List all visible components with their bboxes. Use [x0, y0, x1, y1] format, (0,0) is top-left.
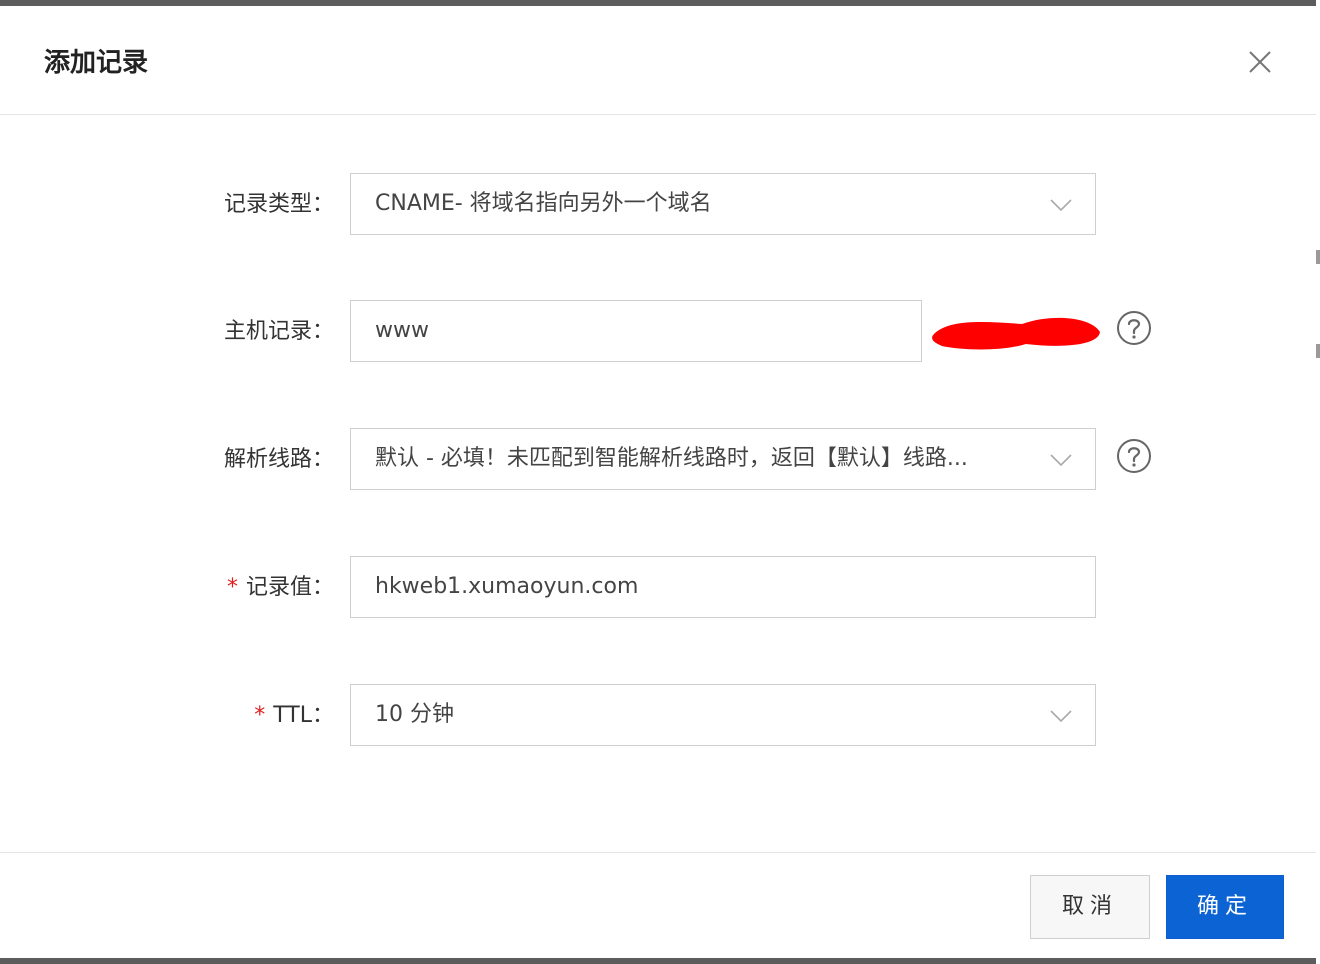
- ttl-label-text: TTL：: [273, 703, 334, 728]
- resolution-line-label: 解析线路：: [223, 447, 334, 472]
- ttl-value: 10 分钟: [375, 702, 454, 727]
- record-type-label: 记录类型：: [223, 192, 334, 217]
- record-value-row: * 记录值： hkweb1.xumaoyun.com: [0, 556, 1316, 620]
- close-icon[interactable]: [1244, 46, 1276, 78]
- question-circle-icon[interactable]: [1116, 438, 1152, 474]
- redacted-domain-scribble: [932, 317, 1100, 350]
- add-record-dialog: 添加记录 记录类型： CNAME- 将域名指向另外一个域名 主机记录： www: [0, 6, 1316, 958]
- host-record-label: 主机记录：: [223, 319, 334, 344]
- host-record-input[interactable]: www: [350, 300, 922, 362]
- background-page-edge: [1316, 0, 1320, 964]
- ttl-label: * TTL：: [254, 684, 334, 748]
- record-value-input[interactable]: hkweb1.xumaoyun.com: [350, 556, 1096, 618]
- chevron-down-icon: [1050, 454, 1072, 467]
- background-fragment: [1316, 344, 1320, 358]
- confirm-button[interactable]: 确定: [1166, 875, 1284, 939]
- dialog-title: 添加记录: [44, 48, 149, 78]
- chevron-down-icon: [1050, 199, 1072, 212]
- background-fragment: [1316, 250, 1320, 264]
- resolution-line-row: 解析线路： 默认 - 必填！未匹配到智能解析线路时，返回【默认】线路...: [0, 428, 1316, 492]
- cancel-button[interactable]: 取消: [1030, 875, 1150, 939]
- resolution-line-value: 默认 - 必填！未匹配到智能解析线路时，返回【默认】线路...: [375, 446, 968, 471]
- ttl-select[interactable]: 10 分钟: [350, 684, 1096, 746]
- resolution-line-select[interactable]: 默认 - 必填！未匹配到智能解析线路时，返回【默认】线路...: [350, 428, 1096, 490]
- record-type-value: CNAME- 将域名指向另外一个域名: [375, 191, 712, 216]
- required-mark: *: [226, 575, 238, 600]
- dialog-header: 添加记录: [0, 6, 1316, 115]
- chevron-down-icon: [1050, 710, 1072, 723]
- record-type-row: 记录类型： CNAME- 将域名指向另外一个域名: [0, 173, 1316, 237]
- record-value-label: * 记录值：: [227, 556, 334, 620]
- host-record-row: 主机记录： www: [0, 300, 1316, 364]
- ttl-row: * TTL： 10 分钟: [0, 684, 1316, 748]
- record-value-label-text: 记录值：: [245, 575, 334, 600]
- question-circle-icon[interactable]: [1116, 310, 1152, 346]
- required-mark: *: [254, 703, 266, 728]
- dialog-footer: 取消 确定: [0, 852, 1316, 959]
- record-type-select[interactable]: CNAME- 将域名指向另外一个域名: [350, 173, 1096, 235]
